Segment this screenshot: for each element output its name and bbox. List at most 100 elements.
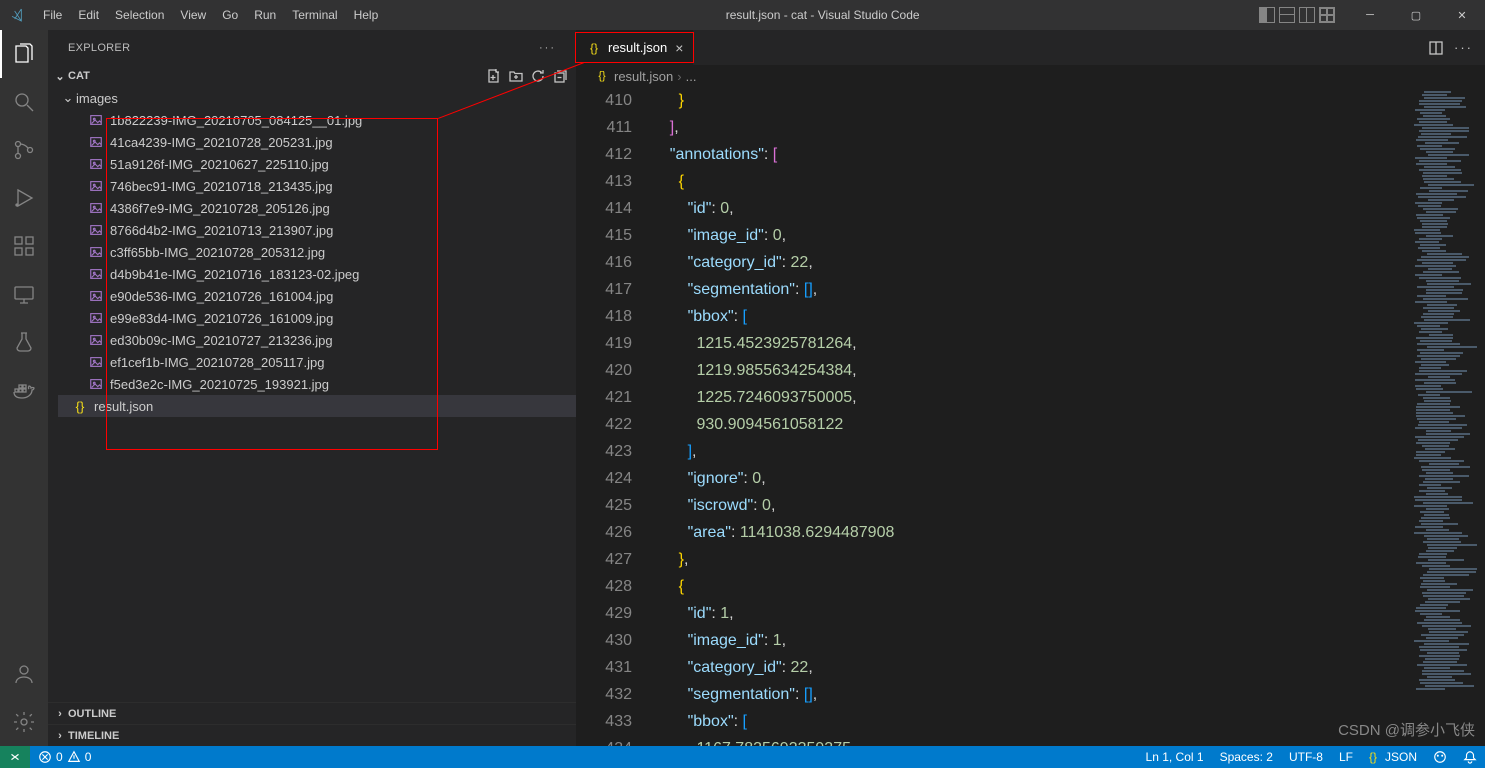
explorer-label: EXPLORER (68, 42, 130, 54)
layout-secondary-sidebar-icon (1299, 7, 1315, 23)
maximize-button[interactable]: ▢ (1393, 0, 1439, 30)
file-item[interactable]: 746bec91-IMG_20210718_213435.jpg (58, 175, 576, 197)
menu-selection[interactable]: Selection (107, 0, 172, 30)
chevron-down-icon: ⌄ (60, 90, 76, 106)
editor-area: {} result.json × ··· {} result.json › ..… (576, 30, 1485, 746)
refresh-icon[interactable] (530, 68, 546, 84)
problems-status[interactable]: 0 0 (30, 750, 99, 764)
file-label: 8766d4b2-IMG_20210713_213907.jpg (110, 223, 333, 238)
layout-primary-sidebar-icon (1259, 7, 1275, 23)
file-item[interactable]: e90de536-IMG_20210726_161004.jpg (58, 285, 576, 307)
activity-bar (0, 30, 48, 746)
image-file-icon (88, 178, 104, 194)
image-file-icon (88, 354, 104, 370)
split-editor-icon[interactable] (1428, 40, 1444, 56)
line-gutter: 4104114124134144154164174184194204214224… (576, 87, 652, 746)
file-label: 4386f7e9-IMG_20210728_205126.jpg (110, 201, 330, 216)
image-file-icon (88, 112, 104, 128)
file-item[interactable]: 4386f7e9-IMG_20210728_205126.jpg (58, 197, 576, 219)
explorer-header: EXPLORER ··· (48, 30, 576, 65)
file-item[interactable]: f5ed3e2c-IMG_20210725_193921.jpg (58, 373, 576, 395)
menu-file[interactable]: File (35, 0, 70, 30)
folder-images[interactable]: ⌄ images (58, 87, 576, 109)
file-label: result.json (94, 399, 153, 414)
collapse-all-icon[interactable] (552, 68, 568, 84)
close-button[interactable]: ✕ (1439, 0, 1485, 30)
outline-section[interactable]: › OUTLINE (48, 702, 576, 724)
file-item[interactable]: 1b822239-IMG_20210705_084125__01.jpg (58, 109, 576, 131)
file-item[interactable]: e99e83d4-IMG_20210726_161009.jpg (58, 307, 576, 329)
menu-go[interactable]: Go (214, 0, 246, 30)
menu-terminal[interactable]: Terminal (284, 0, 345, 30)
source-control-icon[interactable] (0, 126, 48, 174)
extensions-icon[interactable] (0, 222, 48, 270)
search-icon[interactable] (0, 78, 48, 126)
menu-help[interactable]: Help (346, 0, 387, 30)
new-file-icon[interactable] (486, 68, 502, 84)
file-item[interactable]: ed30b09c-IMG_20210727_213236.jpg (58, 329, 576, 351)
title-bar: FileEditSelectionViewGoRunTerminalHelp r… (0, 0, 1485, 30)
menu-edit[interactable]: Edit (70, 0, 107, 30)
eol-status[interactable]: LF (1331, 750, 1361, 764)
file-item[interactable]: 51a9126f-IMG_20210627_225110.jpg (58, 153, 576, 175)
outline-label: OUTLINE (68, 708, 116, 720)
image-file-icon (88, 376, 104, 392)
remote-indicator[interactable] (0, 746, 30, 768)
encoding-status[interactable]: UTF-8 (1281, 750, 1331, 764)
file-item[interactable]: 8766d4b2-IMG_20210713_213907.jpg (58, 219, 576, 241)
file-item[interactable]: 41ca4239-IMG_20210728_205231.jpg (58, 131, 576, 153)
layout-icons[interactable] (1259, 7, 1335, 23)
run-debug-icon[interactable] (0, 174, 48, 222)
minimap[interactable] (1405, 87, 1485, 746)
testing-icon[interactable] (0, 318, 48, 366)
file-label: 746bec91-IMG_20210718_213435.jpg (110, 179, 333, 194)
tab-more-icon[interactable]: ··· (1454, 40, 1473, 55)
code-content[interactable]: } ], "annotations": [ { "id": 0, "image_… (652, 87, 1405, 746)
file-result-json[interactable]: {} result.json (58, 395, 576, 417)
project-section-header[interactable]: ⌄ CAT (48, 65, 576, 87)
file-label: d4b9b41e-IMG_20210716_183123-02.jpeg (110, 267, 359, 282)
json-file-icon: {} (594, 68, 610, 84)
docker-icon[interactable] (0, 366, 48, 414)
window-title: result.json - cat - Visual Studio Code (386, 8, 1259, 22)
accounts-icon[interactable] (0, 650, 48, 698)
explorer-icon[interactable] (0, 30, 48, 78)
remote-explorer-icon[interactable] (0, 270, 48, 318)
image-file-icon (88, 244, 104, 260)
minimize-button[interactable]: ─ (1347, 0, 1393, 30)
file-label: ed30b09c-IMG_20210727_213236.jpg (110, 333, 333, 348)
notifications-icon[interactable] (1455, 750, 1485, 764)
file-label: 41ca4239-IMG_20210728_205231.jpg (110, 135, 333, 150)
editor-body[interactable]: 4104114124134144154164174184194204214224… (576, 87, 1485, 746)
json-file-icon: {} (72, 398, 88, 414)
menu-bar: FileEditSelectionViewGoRunTerminalHelp (35, 0, 386, 30)
vscode-icon (0, 7, 35, 23)
image-file-icon (88, 332, 104, 348)
new-folder-icon[interactable] (508, 68, 524, 84)
layout-customize-icon (1319, 7, 1335, 23)
editor-tabs: {} result.json × ··· (576, 30, 1485, 65)
file-item[interactable]: c3ff65bb-IMG_20210728_205312.jpg (58, 241, 576, 263)
file-item[interactable]: ef1cef1b-IMG_20210728_205117.jpg (58, 351, 576, 373)
breadcrumb-more: ... (686, 69, 697, 84)
project-name: CAT (68, 70, 90, 82)
cursor-position[interactable]: Ln 1, Col 1 (1138, 750, 1212, 764)
menu-run[interactable]: Run (246, 0, 284, 30)
timeline-section[interactable]: › TIMELINE (48, 724, 576, 746)
chevron-right-icon: › (52, 708, 68, 720)
tab-result-json[interactable]: {} result.json × (576, 30, 694, 65)
file-label: e90de536-IMG_20210726_161004.jpg (110, 289, 333, 304)
explorer-sidebar: EXPLORER ··· ⌄ CAT ⌄ images 1b822239-IMG… (48, 30, 576, 746)
chevron-right-icon: › (52, 730, 68, 742)
indentation-status[interactable]: Spaces: 2 (1212, 750, 1281, 764)
feedback-icon[interactable] (1425, 750, 1455, 764)
json-file-icon: {} (586, 40, 602, 56)
explorer-more-icon[interactable]: ··· (539, 42, 556, 54)
language-mode[interactable]: {}JSON (1361, 750, 1425, 764)
chevron-right-icon: › (677, 69, 681, 84)
close-tab-icon[interactable]: × (675, 40, 683, 56)
file-item[interactable]: d4b9b41e-IMG_20210716_183123-02.jpeg (58, 263, 576, 285)
menu-view[interactable]: View (172, 0, 214, 30)
settings-gear-icon[interactable] (0, 698, 48, 746)
breadcrumb[interactable]: {} result.json › ... (576, 65, 1485, 87)
